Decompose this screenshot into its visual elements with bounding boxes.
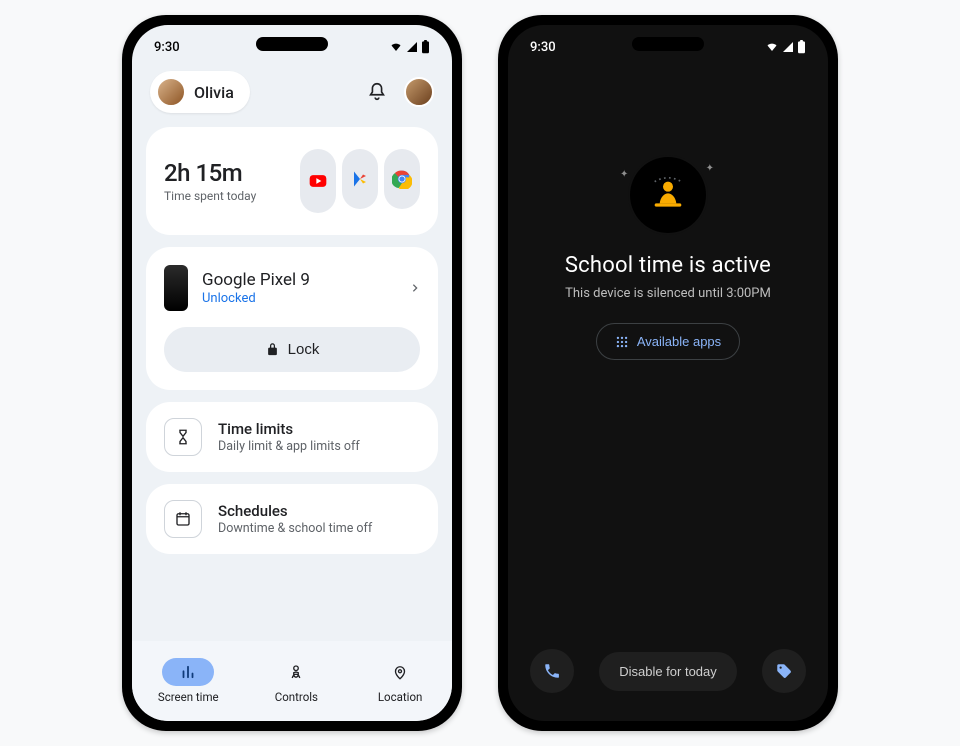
device-thumbnail: [164, 265, 188, 311]
app-pill-youtube[interactable]: [300, 149, 336, 213]
school-time-illustration: [630, 157, 706, 233]
device-name: Google Pixel 9: [202, 270, 396, 290]
available-apps-button[interactable]: Available apps: [596, 323, 740, 360]
time-limits-title: Time limits: [218, 420, 360, 438]
chrome-icon: [392, 169, 412, 189]
top-apps: [300, 149, 420, 213]
disable-label: Disable for today: [619, 664, 717, 679]
phone-right: 9:30 School time is active: [498, 15, 838, 731]
device-card: Google Pixel 9 Unlocked Lock: [146, 247, 438, 390]
signal-icon: [782, 41, 794, 53]
phone-left: 9:30 Olivia: [122, 15, 462, 731]
phone-icon: [543, 662, 561, 680]
battery-icon: [421, 40, 430, 54]
screen-time-caption: Time spent today: [164, 189, 256, 203]
emergency-call-button[interactable]: [530, 649, 574, 693]
device-row[interactable]: Google Pixel 9 Unlocked: [164, 265, 420, 311]
nav-screen-time[interactable]: Screen time: [158, 658, 219, 704]
battery-icon: [797, 40, 806, 54]
status-bar: 9:30: [132, 25, 452, 59]
lock-icon: [265, 342, 280, 357]
quick-action-button[interactable]: [762, 649, 806, 693]
child-selector-chip[interactable]: Olivia: [150, 71, 250, 113]
screen-time-value: 2h 15m: [164, 159, 256, 187]
location-pin-icon: [391, 663, 409, 681]
time-limits-sub: Daily limit & app limits off: [218, 439, 360, 454]
chevron-right-icon: [410, 281, 420, 295]
schedules-card[interactable]: Schedules Downtime & school time off: [146, 484, 438, 554]
schedules-sub: Downtime & school time off: [218, 521, 372, 536]
status-icons-dark: [765, 40, 806, 54]
calendar-icon: [164, 500, 202, 538]
status-time-dark: 9:30: [530, 40, 556, 55]
play-icon: [351, 170, 369, 188]
schedules-title: Schedules: [218, 502, 372, 520]
disable-for-today-button[interactable]: Disable for today: [599, 652, 737, 691]
lock-button-label: Lock: [288, 341, 320, 358]
header-row: Olivia: [132, 59, 452, 123]
hourglass-icon: [164, 418, 202, 456]
school-time-sub: This device is silenced until 3:00PM: [565, 286, 771, 301]
wifi-icon: [389, 41, 403, 53]
nav-location-label: Location: [378, 690, 423, 704]
bar-chart-icon: [179, 663, 197, 681]
lock-button[interactable]: Lock: [164, 327, 420, 372]
available-apps-label: Available apps: [637, 334, 721, 349]
app-pill-play[interactable]: [342, 149, 378, 209]
status-time: 9:30: [154, 40, 180, 55]
device-status: Unlocked: [202, 291, 396, 306]
child-name: Olivia: [194, 83, 234, 102]
screen-family-link: 9:30 Olivia: [132, 25, 452, 721]
screen-school-time: 9:30 School time is active: [508, 25, 828, 721]
nav-screen-time-label: Screen time: [158, 690, 219, 704]
screen-time-card[interactable]: 2h 15m Time spent today: [146, 127, 438, 235]
nav-controls[interactable]: Controls: [270, 658, 322, 704]
time-limits-card[interactable]: Time limits Daily limit & app limits off: [146, 402, 438, 472]
person-at-desk-icon: [648, 175, 688, 215]
signal-icon: [406, 41, 418, 53]
youtube-icon: [308, 171, 328, 191]
status-icons: [389, 40, 430, 54]
status-bar-dark: 9:30: [508, 25, 828, 59]
apps-grid-icon: [615, 335, 629, 349]
tag-icon: [775, 662, 793, 680]
app-pill-chrome[interactable]: [384, 149, 420, 209]
bottom-nav: Screen time Controls Location: [132, 641, 452, 721]
person-shield-icon: [287, 663, 305, 681]
school-time-title: School time is active: [565, 253, 771, 278]
wifi-icon: [765, 41, 779, 53]
nav-location[interactable]: Location: [374, 658, 426, 704]
notifications-bell-icon[interactable]: [366, 81, 388, 103]
parent-avatar[interactable]: [404, 77, 434, 107]
nav-controls-label: Controls: [275, 690, 318, 704]
child-avatar: [156, 77, 186, 107]
